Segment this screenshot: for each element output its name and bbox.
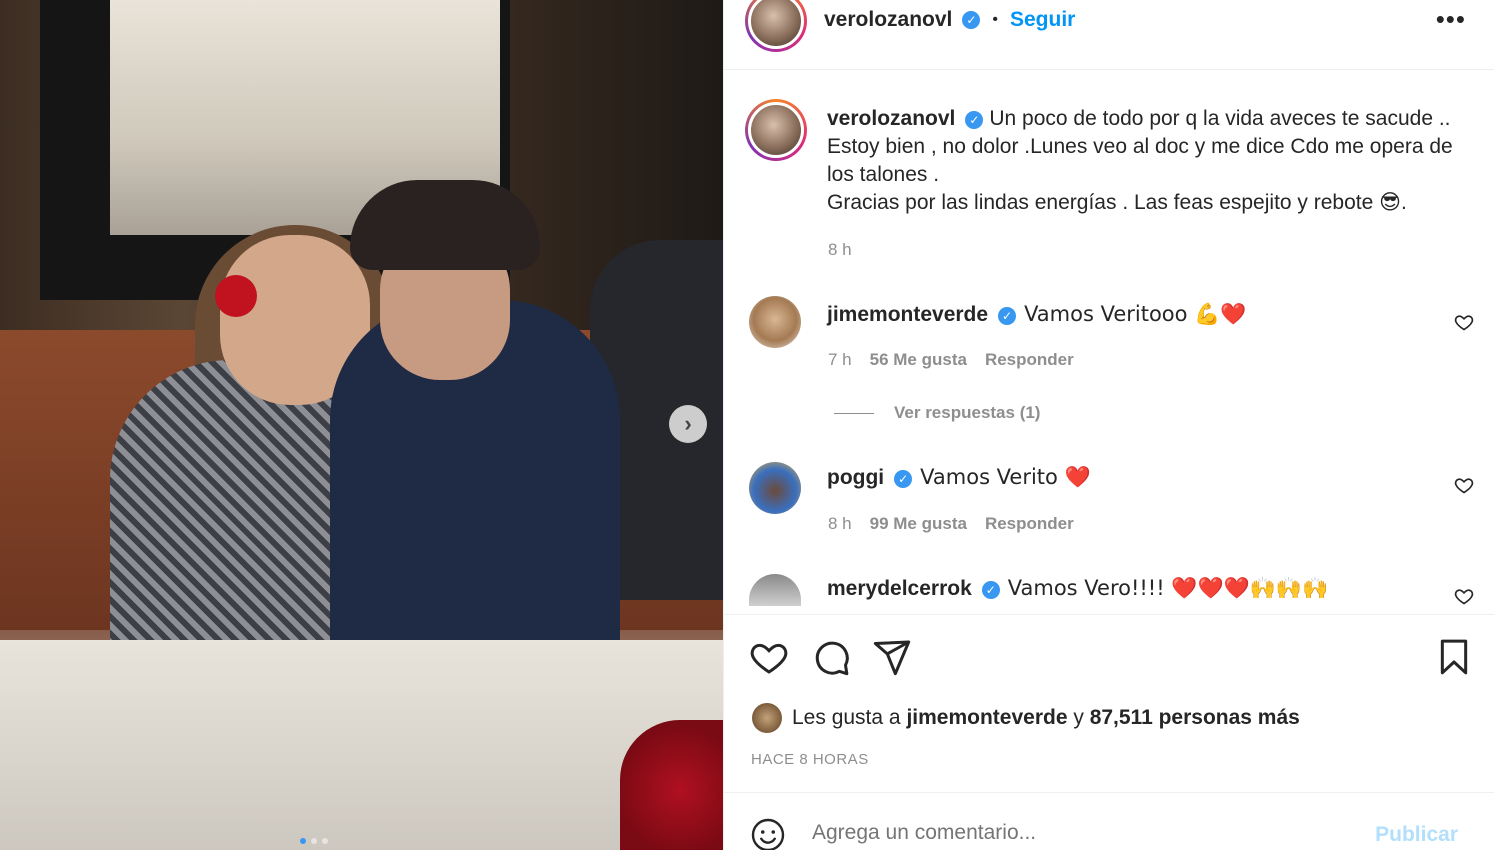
commenter-avatar[interactable] xyxy=(749,462,801,514)
view-replies-button[interactable]: Ver respuestas (1) xyxy=(834,403,1040,423)
author-username[interactable]: verolozanovl xyxy=(824,8,952,32)
caption-line: Gracias por las lindas energías . Las fe… xyxy=(827,191,1407,214)
carousel-dot xyxy=(300,838,306,844)
verified-badge-icon: ✓ xyxy=(962,11,981,29)
reply-button[interactable]: Responder xyxy=(985,514,1074,534)
caption-timestamp[interactable]: 8 h xyxy=(828,240,852,260)
liker-username[interactable]: jimemonteverde xyxy=(906,706,1067,729)
author-avatar[interactable] xyxy=(745,0,807,52)
comment-meta: 7 h 56 Me gusta Responder xyxy=(828,350,1074,370)
comment-likes[interactable]: 56 Me gusta xyxy=(870,350,967,370)
carousel-dot xyxy=(311,838,317,844)
caption-line: verolozanovl ✓ Un poco de todo por q la vi… xyxy=(827,107,1451,130)
publish-button[interactable]: Publicar xyxy=(1375,823,1458,847)
comment-meta: 8 h 99 Me gusta Responder xyxy=(828,514,1074,534)
comment-like-heart-icon[interactable] xyxy=(1454,312,1474,338)
follow-button[interactable]: Seguir xyxy=(1010,8,1075,32)
caption-username[interactable]: verolozanovl xyxy=(827,107,955,130)
verified-badge-icon: ✓ xyxy=(894,470,913,488)
caption-line: los talones . xyxy=(827,163,940,186)
comment-input[interactable] xyxy=(812,821,1372,845)
commenter-avatar[interactable] xyxy=(749,296,801,348)
photo-hat xyxy=(350,180,540,270)
commenter-avatar[interactable] xyxy=(749,574,801,606)
commenter-username[interactable]: merydelcerrok xyxy=(827,577,972,600)
verified-badge-icon: ✓ xyxy=(981,581,1000,599)
comment-time[interactable]: 7 h xyxy=(828,350,852,370)
verified-badge-icon: ✓ xyxy=(965,111,984,129)
post-timestamp[interactable]: HACE 8 HORAS xyxy=(751,751,869,768)
next-photo-button[interactable]: › xyxy=(669,405,707,443)
comment-text: merydelcerrok ✓ Vamos Vero!!!! ❤️❤️❤️🙌🙌🙌 xyxy=(827,576,1329,600)
comment-time[interactable]: 8 h xyxy=(828,514,852,534)
photo-red-flower xyxy=(215,275,257,317)
caption-line: Estoy bien , no dolor .Lunes veo al doc … xyxy=(827,135,1453,158)
author-block: verolozanovl ✓ • Seguir xyxy=(824,8,1075,32)
carousel-dot xyxy=(322,838,328,844)
likes-summary: Les gusta a jimemonteverde y 87,511 pers… xyxy=(752,703,1300,733)
share-icon[interactable] xyxy=(872,637,912,677)
replies-divider xyxy=(834,412,874,414)
more-options-icon[interactable]: ••• xyxy=(1436,4,1466,35)
reply-button[interactable]: Responder xyxy=(985,350,1074,370)
carousel-dots xyxy=(300,838,328,844)
verified-badge-icon: ✓ xyxy=(998,307,1017,325)
post-photo[interactable]: › xyxy=(0,0,723,850)
likes-count[interactable]: 87,511 personas más xyxy=(1090,706,1300,729)
add-comment-bar: Publicar xyxy=(724,792,1494,850)
separator-dot: • xyxy=(992,11,998,28)
post-header: verolozanovl ✓ • Seguir ••• xyxy=(724,0,1494,70)
bookmark-icon[interactable] xyxy=(1434,637,1474,677)
commenter-username[interactable]: jimemonteverde xyxy=(827,303,988,326)
photo-table xyxy=(0,640,723,850)
liker-avatar[interactable] xyxy=(752,703,782,733)
post-actions: Les gusta a jimemonteverde y 87,511 pers… xyxy=(724,614,1494,792)
smile-icon[interactable] xyxy=(750,817,786,850)
comment-like-heart-icon[interactable] xyxy=(1454,475,1474,501)
post-caption: verolozanovl ✓ Un poco de todo por q la vi… xyxy=(827,105,1477,217)
commenter-username[interactable]: poggi xyxy=(827,466,884,489)
heart-icon[interactable] xyxy=(749,637,789,677)
comment-text: jimemonteverde ✓ Vamos Veritooo 💪❤️ xyxy=(827,302,1247,326)
comment-icon[interactable] xyxy=(811,637,851,677)
photo-roses xyxy=(620,720,723,850)
comment-likes[interactable]: 99 Me gusta xyxy=(870,514,967,534)
post-details-panel: verolozanovl ✓ • Seguir ••• verolozanovl… xyxy=(723,0,1494,850)
comment-text: poggi ✓ Vamos Verito ❤️ xyxy=(827,465,1091,489)
caption-author-avatar[interactable] xyxy=(745,99,807,161)
comment-like-heart-icon[interactable] xyxy=(1454,586,1474,612)
